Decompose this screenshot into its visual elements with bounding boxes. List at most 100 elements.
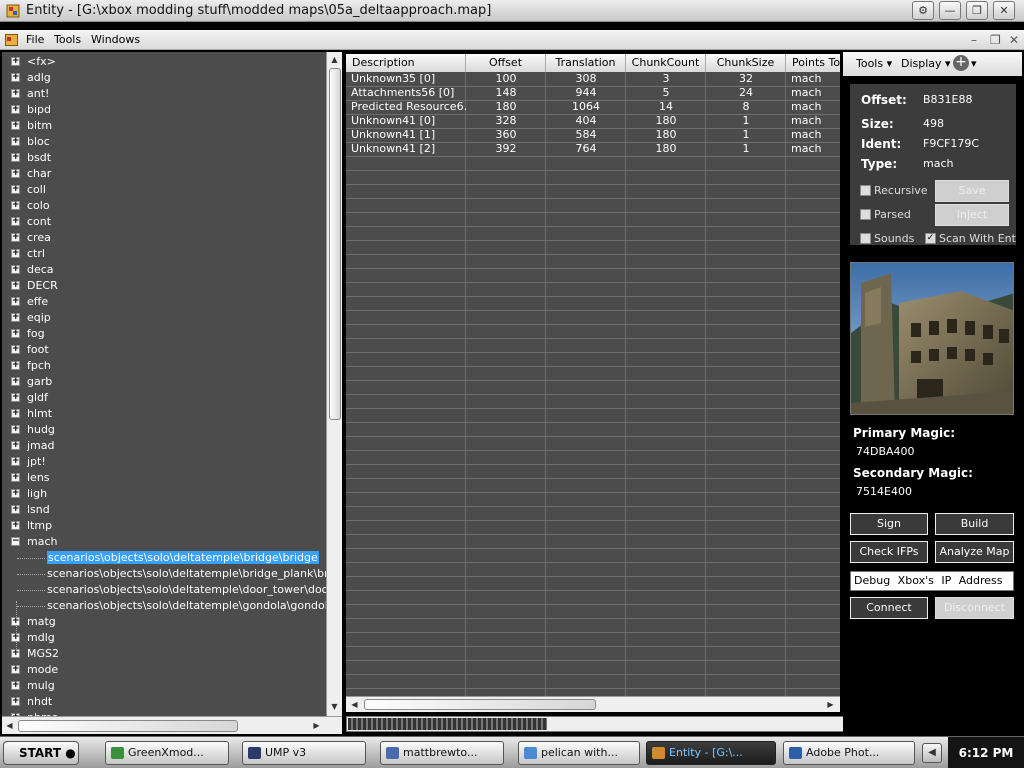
- scroll-right-icon[interactable]: ▶: [310, 719, 323, 733]
- maximize-button[interactable]: ❐: [966, 1, 988, 20]
- column-header[interactable]: ChunkSize: [706, 54, 786, 72]
- column-header[interactable]: Description: [346, 54, 466, 72]
- tree-node[interactable]: + colo: [2, 198, 326, 214]
- expand-icon[interactable]: +: [11, 169, 20, 178]
- tree-node[interactable]: + hudg: [2, 422, 326, 438]
- expand-icon[interactable]: +: [11, 473, 20, 482]
- expand-icon[interactable]: +: [11, 185, 20, 194]
- recursive-checkbox[interactable]: [860, 185, 871, 196]
- mdi-close-icon[interactable]: ✕: [1009, 33, 1019, 47]
- tree-node[interactable]: + foot: [2, 342, 326, 358]
- taskbar-button[interactable]: mattbrewto...: [380, 741, 504, 765]
- taskbar-button[interactable]: Entity - [G:\...: [646, 741, 776, 765]
- close-button[interactable]: ✕: [993, 1, 1015, 20]
- menu-tools[interactable]: Tools: [54, 33, 81, 46]
- scroll-down-icon[interactable]: ▼: [328, 700, 341, 714]
- table-row[interactable]: Unknown41 [0] 328 404 180 1 mach: [346, 114, 840, 128]
- sign-button[interactable]: Sign: [850, 513, 928, 535]
- tree-node[interactable]: + lens: [2, 470, 326, 486]
- taskbar-button[interactable]: Adobe Phot...: [783, 741, 915, 765]
- tree-child-node[interactable]: scenarios\objects\solo\deltatemple\bridg…: [2, 550, 326, 566]
- expand-icon[interactable]: +: [11, 489, 20, 498]
- tree-node[interactable]: + bsdt: [2, 150, 326, 166]
- expand-icon[interactable]: +: [11, 249, 20, 258]
- minimize-button[interactable]: —: [939, 1, 961, 20]
- expand-icon[interactable]: +: [11, 505, 20, 514]
- tree-node[interactable]: + fpch: [2, 358, 326, 374]
- expand-icon[interactable]: +: [11, 201, 20, 210]
- expand-icon[interactable]: +: [11, 441, 20, 450]
- expand-icon[interactable]: +: [11, 137, 20, 146]
- scroll-up-icon[interactable]: ▲: [328, 53, 341, 67]
- tree-node[interactable]: + crea: [2, 230, 326, 246]
- grid-hscroll-thumb[interactable]: [364, 699, 596, 710]
- expand-icon[interactable]: +: [11, 361, 20, 370]
- tree-node[interactable]: + cont: [2, 214, 326, 230]
- column-header[interactable]: Translation: [546, 54, 626, 72]
- build-button[interactable]: Build: [935, 513, 1014, 535]
- column-header[interactable]: Points To: [786, 54, 840, 72]
- scan-with-ent-checkbox[interactable]: ✓: [925, 233, 936, 244]
- sounds-checkbox[interactable]: [860, 233, 871, 244]
- tree-child-node[interactable]: scenarios\objects\solo\deltatemple\gondo…: [2, 598, 326, 614]
- expand-icon[interactable]: +: [11, 681, 20, 690]
- tree-node[interactable]: + matg: [2, 614, 326, 630]
- tree-node[interactable]: + garb: [2, 374, 326, 390]
- taskbar-button[interactable]: GreenXmod...: [105, 741, 229, 765]
- tree-node[interactable]: + jpt!: [2, 454, 326, 470]
- connect-button[interactable]: Connect: [850, 597, 928, 619]
- panel-display-dropdown[interactable]: Display ▾: [901, 57, 951, 70]
- add-icon[interactable]: +: [953, 55, 969, 71]
- tree-node[interactable]: + gldf: [2, 390, 326, 406]
- expand-icon[interactable]: +: [11, 617, 20, 626]
- expand-icon[interactable]: +: [11, 281, 20, 290]
- scroll-left-icon[interactable]: ◀: [348, 698, 361, 712]
- tree-node[interactable]: + bipd: [2, 102, 326, 118]
- mdi-minimize-icon[interactable]: –: [971, 33, 977, 47]
- mdi-restore-icon[interactable]: ❐: [990, 33, 1001, 47]
- expand-icon[interactable]: +: [11, 377, 20, 386]
- tree-node[interactable]: + ligh: [2, 486, 326, 502]
- menu-windows[interactable]: Windows: [91, 33, 140, 46]
- tree-node[interactable]: + deca: [2, 262, 326, 278]
- tree-node[interactable]: + eqip: [2, 310, 326, 326]
- menu-file[interactable]: File: [26, 33, 44, 46]
- tree-node[interactable]: + fog: [2, 326, 326, 342]
- tree-node[interactable]: + adlg: [2, 70, 326, 86]
- tree-node[interactable]: + <fx>: [2, 54, 326, 70]
- disconnect-button[interactable]: Disconnect: [935, 597, 1014, 619]
- tree-node[interactable]: + effe: [2, 294, 326, 310]
- panel-tools-dropdown[interactable]: Tools ▾: [856, 57, 892, 70]
- expand-icon[interactable]: +: [11, 233, 20, 242]
- tree-node[interactable]: + mdlg: [2, 630, 326, 646]
- expand-icon[interactable]: +: [11, 649, 20, 658]
- tree-node[interactable]: + coll: [2, 182, 326, 198]
- tree-hscroll-thumb[interactable]: [18, 720, 238, 732]
- tree-node[interactable]: + DECR: [2, 278, 326, 294]
- taskbar-button[interactable]: UMP v3: [242, 741, 366, 765]
- expand-icon[interactable]: +: [11, 297, 20, 306]
- column-header[interactable]: ChunkCount: [626, 54, 706, 72]
- table-row[interactable]: Unknown41 [1] 360 584 180 1 mach: [346, 128, 840, 142]
- collapse-icon[interactable]: −: [11, 537, 20, 546]
- tree-node[interactable]: − mach: [2, 534, 326, 550]
- tree-vscroll-thumb[interactable]: [329, 68, 341, 420]
- tree-node[interactable]: + ctrl: [2, 246, 326, 262]
- taskbar-button[interactable]: pelican with...: [518, 741, 640, 765]
- start-button[interactable]: START ●: [3, 741, 79, 765]
- expand-icon[interactable]: +: [11, 409, 20, 418]
- check-ifps-button[interactable]: Check IFPs: [850, 541, 928, 563]
- tree-node[interactable]: + hlmt: [2, 406, 326, 422]
- tree-child-node[interactable]: scenarios\objects\solo\deltatemple\bridg…: [2, 566, 326, 582]
- chevron-down-icon[interactable]: ▾: [971, 57, 977, 70]
- grid-horizontal-scrollbar[interactable]: ◀ ▶: [346, 696, 840, 712]
- xbox-ip-input[interactable]: Debug Xbox's IP Address: [850, 571, 1014, 591]
- tree-node[interactable]: + bitm: [2, 118, 326, 134]
- column-header[interactable]: Offset: [466, 54, 546, 72]
- expand-icon[interactable]: +: [11, 265, 20, 274]
- expand-icon[interactable]: +: [11, 105, 20, 114]
- scroll-right-icon[interactable]: ▶: [824, 698, 837, 712]
- expand-icon[interactable]: +: [11, 425, 20, 434]
- tree-node[interactable]: + MGS2: [2, 646, 326, 662]
- tree-node[interactable]: + ant!: [2, 86, 326, 102]
